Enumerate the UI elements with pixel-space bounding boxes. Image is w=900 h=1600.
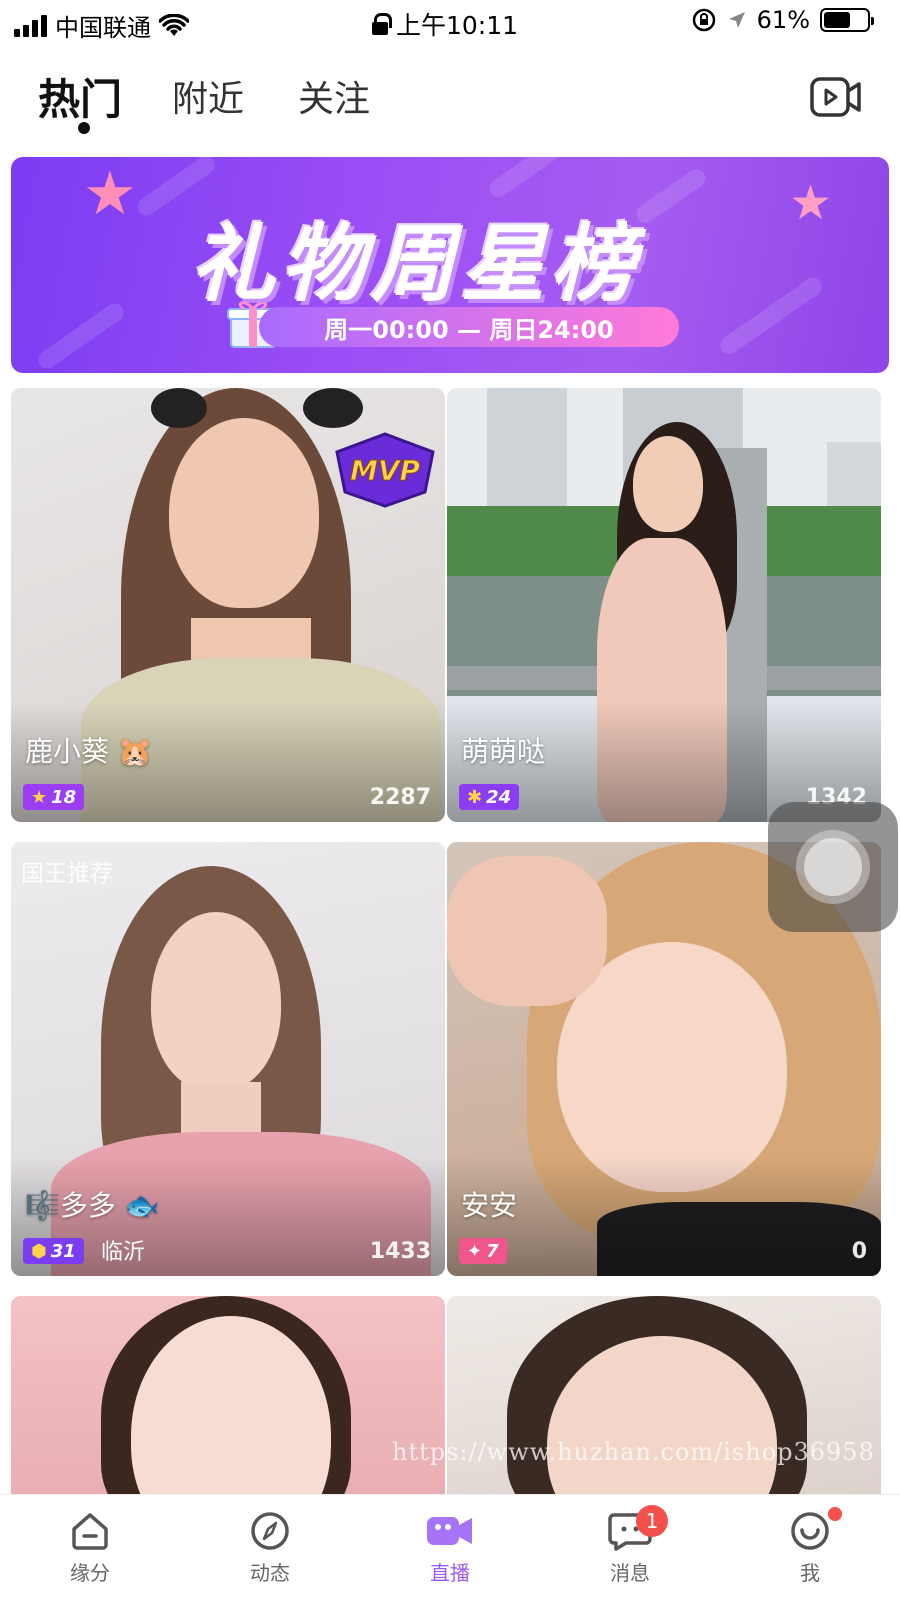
watermark-text: https://www.huzhan.com/ishop36958 [392,1438,875,1466]
hamster-emoji-icon: 🐹 [117,735,153,768]
level-badge: ✦ 7 [459,1238,507,1264]
nav-label: 直播 [430,1561,470,1585]
tab-nearby[interactable]: 附近 [172,70,244,122]
bottom-nav: 缘分 动态 直播 1 消息 我 [0,1494,900,1600]
music-note-icon: 🎼 [25,1189,60,1222]
unread-badge: 1 [636,1505,668,1537]
live-room-card[interactable]: 萌萌哒 ✱ 24 1342 [447,388,881,822]
smile-face-icon [791,1512,829,1550]
banner-title: 礼物周星榜 [191,215,642,313]
tab-following[interactable]: 关注 [298,70,370,122]
level-badge: ★ 18 [23,784,85,810]
hexagon-star-icon: ✱ [467,786,483,808]
streamer-name: 🎼多多 🐟 [25,1189,160,1222]
lock-icon [372,13,392,35]
status-left: 中国联通 [14,8,189,43]
nav-fate[interactable]: 缘分 [30,1509,150,1586]
active-tab-indicator [78,122,90,134]
sparkle-icon: ✦ [467,1240,483,1262]
level-badge: ⬢ 31 [23,1238,84,1264]
status-right: 61% [691,6,874,34]
signal-strength-icon [14,14,47,37]
viewer-count: 2287 [369,785,431,810]
hexagon-icon: ⬢ [31,1240,47,1262]
streamer-name: 萌萌哒 [461,735,546,768]
live-room-card[interactable] [11,1296,445,1494]
start-live-icon[interactable] [810,74,862,120]
tab-hot[interactable]: 热门 [38,66,122,127]
streamer-name: 鹿小葵 🐹 [25,735,153,768]
video-camera-icon [427,1517,472,1545]
star-decoration-icon: ★ [83,159,137,229]
star-icon: ★ [31,786,48,808]
status-center: 上午10:11 [372,6,518,42]
city-label: 临沂 [101,1240,146,1265]
top-tab-bar: 热门 附近 关注 [0,60,900,140]
recommend-label: 国王推荐 [21,861,113,887]
nav-label: 消息 [610,1561,650,1585]
streamer-name: 安安 [461,1189,518,1222]
nav-label: 动态 [250,1561,290,1585]
level-badge: ✱ 24 [459,784,520,810]
streamer-photo [11,1296,445,1494]
assistive-touch-button[interactable] [768,802,898,932]
notification-dot [828,1507,842,1521]
compass-icon [251,1512,289,1550]
battery-icon [820,8,874,32]
live-room-card[interactable]: MVP 鹿小葵 🐹 ★ 18 2287 [11,388,445,822]
status-time: 上午10:11 [396,11,519,40]
rotation-lock-icon [692,8,715,32]
mvp-text: MVP [350,454,421,487]
viewer-count: 1433 [369,1239,431,1264]
nav-label: 我 [800,1561,820,1585]
nav-label: 缘分 [70,1561,110,1585]
battery-level [824,12,850,28]
fish-emoji-icon: 🐟 [124,1189,160,1222]
battery-percent: 61% [756,6,810,34]
nav-me[interactable]: 我 [750,1507,870,1586]
star-decoration-icon: ★ [789,175,833,231]
banner-subtitle: 周一00:00 — 周日24:00 [259,307,679,347]
home-icon [72,1513,108,1550]
promo-banner[interactable]: ★ ★ 礼物周星榜 周一00:00 — 周日24:00 [11,157,889,373]
nav-live[interactable]: 直播 [390,1509,510,1586]
carrier-name: 中国联通 [55,14,151,42]
live-room-card[interactable]: 国王推荐 🎼多多 🐟 ⬢ 31 临沂 1433 [11,842,445,1276]
mvp-badge-icon: MVP [335,432,435,508]
nav-messages[interactable]: 1 消息 [570,1505,690,1586]
wifi-icon [159,13,189,36]
nav-moments[interactable]: 动态 [210,1509,330,1586]
location-arrow-icon [728,12,745,28]
status-bar: 中国联通 上午10:11 61% [0,0,900,46]
viewer-count: 0 [851,1239,867,1264]
